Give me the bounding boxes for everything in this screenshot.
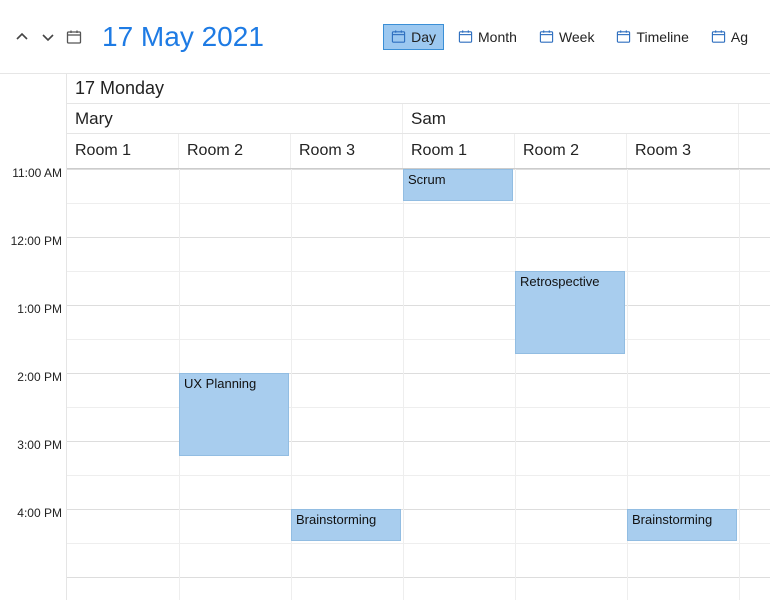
view-tab-label: Month: [478, 29, 517, 45]
appointment[interactable]: Brainstorming: [627, 509, 737, 541]
calendar-icon: [458, 29, 473, 44]
gridline-horizontal: [67, 441, 770, 442]
person-header-cell: Sam: [403, 104, 739, 133]
appointment-title: Retrospective: [520, 274, 599, 289]
person-header-cell: Mary: [67, 104, 403, 133]
chevron-down-icon: [40, 29, 56, 45]
gridline-vertical: [739, 169, 740, 600]
gridline-horizontal: [67, 271, 770, 272]
gridline-horizontal: [67, 339, 770, 340]
next-button[interactable]: [40, 29, 56, 45]
view-tab-label: Day: [411, 29, 436, 45]
room-header-cell: Room 3: [627, 134, 739, 168]
time-label: 1:00 PM: [17, 302, 62, 316]
gridline-horizontal: [67, 543, 770, 544]
view-tab-day[interactable]: Day: [383, 24, 444, 50]
appointment[interactable]: Brainstorming: [291, 509, 401, 541]
room-header-cell: Room 1: [403, 134, 515, 168]
time-label: 4:00 PM: [17, 506, 62, 520]
calendar-icon: [711, 29, 726, 44]
gridline-horizontal: [67, 373, 770, 374]
appointment-title: Brainstorming: [632, 512, 712, 527]
view-tab-week[interactable]: Week: [531, 24, 603, 50]
current-date-title: 17 May 2021: [102, 21, 264, 53]
gridline-horizontal: [67, 407, 770, 408]
grid: 17 Monday MarySam Room 1Room 2Room 3Room…: [67, 74, 770, 600]
chevron-up-icon: [14, 29, 30, 45]
room-header-cell: Room 2: [179, 134, 291, 168]
appointment[interactable]: Retrospective: [515, 271, 625, 354]
day-header-cell: 17 Monday: [67, 74, 770, 103]
view-tab-timeline[interactable]: Timeline: [608, 24, 696, 50]
day-header-row: 17 Monday: [67, 74, 770, 104]
appointment[interactable]: Scrum: [403, 169, 513, 201]
calendar-icon: [539, 29, 554, 44]
room-header-row: Room 1Room 2Room 3Room 1Room 2Room 3: [67, 134, 770, 169]
time-label: 2:00 PM: [17, 370, 62, 384]
appointment-title: UX Planning: [184, 376, 256, 391]
calendar-icon: [391, 29, 406, 44]
gridline-horizontal: [67, 203, 770, 204]
gridline-horizontal: [67, 577, 770, 578]
prev-button[interactable]: [14, 29, 30, 45]
date-picker-button[interactable]: [66, 29, 82, 45]
time-label: 3:00 PM: [17, 438, 62, 452]
appointment-title: Scrum: [408, 172, 446, 187]
view-tabs: Day Month Week Timeline Ag: [383, 24, 756, 50]
room-header-cell: Room 3: [291, 134, 403, 168]
gridline-horizontal: [67, 305, 770, 306]
appointment-title: Brainstorming: [296, 512, 376, 527]
grid-body[interactable]: Scrum Retrospective UX Planning Brainstormi…: [67, 169, 770, 600]
view-tab-label: Timeline: [636, 29, 688, 45]
person-header-row: MarySam: [67, 104, 770, 134]
scheduler: 11:00 AM 12:00 PM 1:00 PM 2:00 PM 3:00 PM 4:0…: [0, 74, 770, 600]
view-tab-label: Week: [559, 29, 595, 45]
gridline-horizontal: [67, 237, 770, 238]
calendar-icon: [616, 29, 631, 44]
room-header-cell: Room 1: [67, 134, 179, 168]
gridline-vertical: [403, 169, 404, 600]
view-tab-agenda[interactable]: Ag: [703, 24, 756, 50]
room-header-cell: Room 2: [515, 134, 627, 168]
calendar-icon: [66, 29, 82, 45]
gridline-vertical: [515, 169, 516, 600]
time-label: 12:00 PM: [11, 234, 62, 248]
view-tab-label: Ag: [731, 29, 748, 45]
appointment[interactable]: UX Planning: [179, 373, 289, 456]
gridline-horizontal: [67, 475, 770, 476]
time-label: 11:00 AM: [12, 166, 62, 180]
view-tab-month[interactable]: Month: [450, 24, 525, 50]
toolbar: 17 May 2021 Day Month Week Timeline Ag: [0, 0, 770, 74]
time-ruler: 11:00 AM 12:00 PM 1:00 PM 2:00 PM 3:00 PM 4:0…: [0, 74, 67, 600]
